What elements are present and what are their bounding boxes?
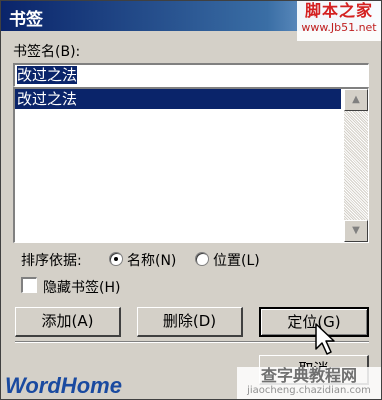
delete-button[interactable]: 删除(D) bbox=[137, 307, 243, 337]
list-item[interactable]: 改过之法 bbox=[15, 89, 341, 109]
watermark-url: www.Jb51.net bbox=[301, 21, 377, 34]
sort-by-location-radio[interactable] bbox=[195, 252, 209, 266]
mouse-pointer-icon bbox=[315, 323, 335, 355]
scroll-up-button[interactable]: ▲ bbox=[344, 89, 368, 111]
arrow-up-icon: ▲ bbox=[352, 94, 360, 105]
bookmark-name-value: 改过之法 bbox=[17, 66, 78, 84]
bookmark-name-label: 书签名(B): bbox=[13, 44, 81, 60]
add-button[interactable]: 添加(A) bbox=[15, 307, 121, 337]
hidden-bookmarks-label[interactable]: 隐藏书签(H) bbox=[43, 277, 120, 297]
watermark-top-right: 脚本之家 www.Jb51.net bbox=[297, 1, 381, 41]
scroll-down-button[interactable]: ▼ bbox=[344, 220, 368, 242]
sort-by-name-label[interactable]: 名称(N) bbox=[127, 250, 176, 270]
watermark-brand: 脚本之家 bbox=[304, 1, 373, 20]
sort-by-label: 排序依据: bbox=[21, 253, 82, 269]
window-title: 书签 bbox=[9, 10, 43, 30]
watermark-bottom-right: 查字典教程网 jiaocheng.chazidian.com bbox=[237, 367, 381, 399]
arrow-down-icon: ▼ bbox=[352, 225, 360, 236]
goto-button[interactable]: 定位(G) bbox=[259, 307, 369, 337]
watermark-site-name: 查字典教程网 bbox=[260, 366, 357, 385]
list-scrollbar[interactable]: ▲ ▼ bbox=[344, 89, 368, 242]
bookmark-name-field[interactable]: 改过之法 bbox=[13, 63, 369, 87]
watermark-site-url: jiaocheng.chazidian.com bbox=[247, 385, 371, 396]
watermark-bottom-left: WordHome bbox=[5, 373, 122, 398]
radio-selected-dot bbox=[114, 257, 118, 261]
hidden-bookmarks-checkbox[interactable] bbox=[21, 277, 37, 293]
bookmark-list[interactable]: 改过之法 ▲ ▼ bbox=[13, 87, 369, 243]
sort-by-name-radio[interactable] bbox=[109, 252, 123, 266]
bookmark-dialog: 书签 脚本之家 www.Jb51.net 书签名(B): 改过之法 改过之法 ▲… bbox=[0, 0, 382, 400]
sort-by-location-label[interactable]: 位置(L) bbox=[213, 250, 260, 270]
